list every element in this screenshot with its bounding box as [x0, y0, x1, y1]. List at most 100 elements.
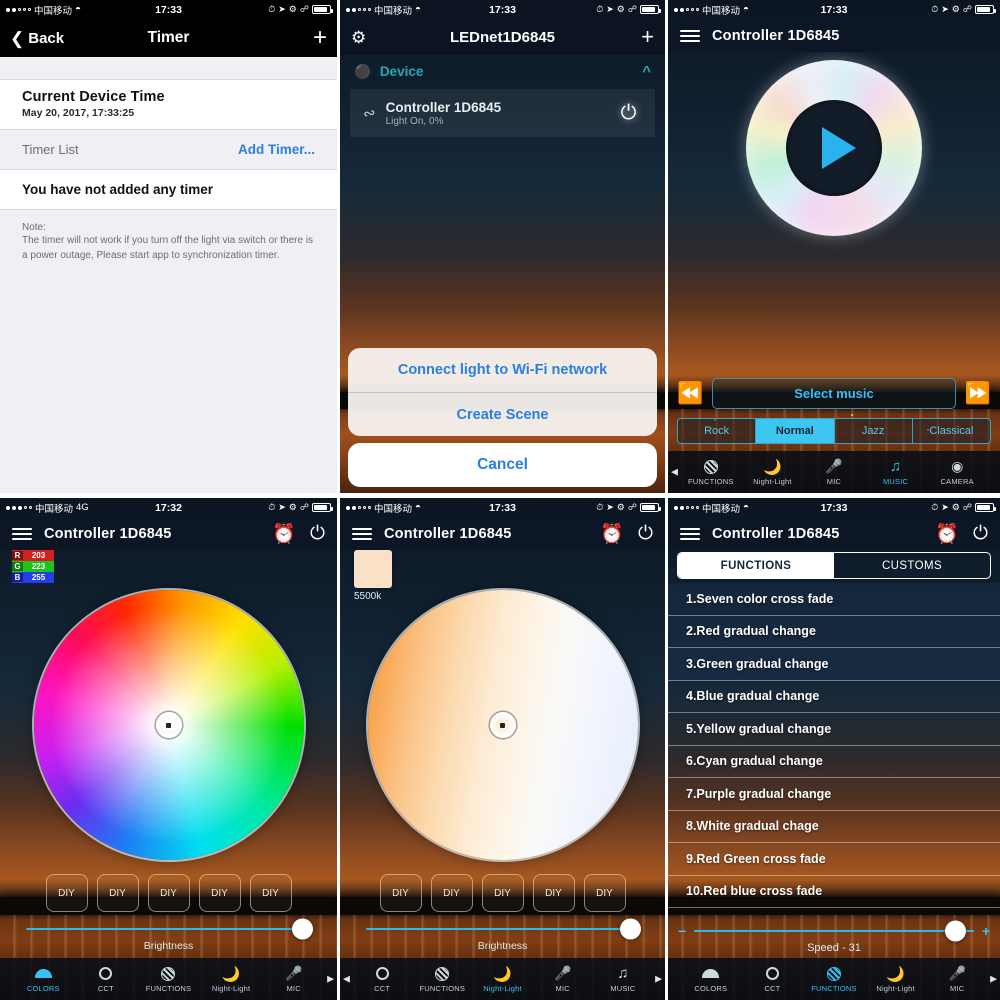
- tab-night-light[interactable]: 🌙 Night-Light: [865, 965, 927, 994]
- add-timer-link[interactable]: Add Timer...: [238, 142, 315, 157]
- speed-slider[interactable]: [694, 920, 974, 942]
- diy-button-2[interactable]: DIY: [96, 874, 139, 912]
- tab-mic[interactable]: 🎤 MIC: [926, 965, 988, 993]
- play-icon[interactable]: [822, 127, 856, 169]
- cancel-button[interactable]: Cancel: [348, 443, 657, 487]
- add-timer-plus-icon[interactable]: +: [313, 26, 327, 50]
- diy-button-4[interactable]: DIY: [532, 874, 575, 912]
- diy-button-5[interactable]: DIY: [583, 874, 626, 912]
- tab-label: CAMERA: [940, 477, 974, 486]
- tab-label: MIC: [949, 984, 965, 993]
- mode-classical[interactable]: Classical: [913, 419, 990, 443]
- list-item[interactable]: 4.Blue gradual change: [668, 681, 1000, 713]
- tab-night-light[interactable]: 🌙 Night-Light: [742, 458, 804, 487]
- list-item[interactable]: 9.Red Green cross fade: [668, 843, 1000, 876]
- rewind-icon[interactable]: ⏪: [677, 383, 703, 404]
- tab-functions[interactable]: FUNCTIONS: [137, 965, 200, 993]
- tab-functions[interactable]: FUNCTIONS: [680, 458, 742, 486]
- tab-mic[interactable]: 🎤 MIC: [533, 965, 593, 993]
- power-icon[interactable]: ⏻: [615, 100, 642, 127]
- hamburger-menu-icon[interactable]: [680, 29, 700, 42]
- power-icon[interactable]: ⏻: [638, 523, 653, 545]
- device-section-label: Device: [379, 64, 424, 79]
- list-item[interactable]: 8.White gradual chage: [668, 811, 1000, 843]
- tab-cct[interactable]: CCT: [75, 965, 138, 993]
- alarm-clock-icon[interactable]: ⏰: [272, 522, 296, 546]
- tab-cct[interactable]: CCT: [742, 965, 804, 993]
- tab-functions[interactable]: FUNCTIONS: [803, 965, 865, 993]
- brightness-slider[interactable]: [26, 918, 313, 940]
- segment-customs[interactable]: CUSTOMS: [834, 553, 990, 578]
- tab-colors[interactable]: COLORS: [12, 965, 75, 993]
- tab-scroll-left-icon[interactable]: ◀: [343, 974, 350, 985]
- tab-night-light[interactable]: 🌙 Night-Light: [472, 965, 532, 994]
- power-icon[interactable]: ⏻: [310, 523, 325, 545]
- cct-wheel[interactable]: [367, 590, 638, 860]
- tab-cct[interactable]: CCT: [352, 965, 412, 993]
- select-music-button[interactable]: Select music: [712, 378, 956, 409]
- cct-color-swatch: [354, 550, 392, 588]
- music-disc[interactable]: [746, 60, 922, 236]
- tab-mic[interactable]: 🎤 MIC: [803, 458, 865, 486]
- list-item[interactable]: 10.Red blue cross fade: [668, 876, 1000, 908]
- fast-forward-icon[interactable]: ⏩: [965, 383, 991, 404]
- cct-wheel-area: [340, 590, 665, 860]
- alarm-clock-icon[interactable]: ⏰: [600, 522, 624, 546]
- list-item[interactable]: 3.Green gradual change: [668, 648, 1000, 681]
- color-wheel[interactable]: [33, 590, 304, 860]
- list-item[interactable]: 6.Cyan gradual change: [668, 746, 1000, 778]
- cct-wheel-cursor[interactable]: [489, 712, 516, 738]
- diy-button-2[interactable]: DIY: [430, 874, 473, 912]
- brightness-knob[interactable]: [620, 918, 641, 940]
- list-item[interactable]: 1.Seven color cross fade: [668, 583, 1000, 616]
- device-row[interactable]: ∾ Controller 1D6845 Light On, 0% ⏻: [350, 89, 655, 137]
- status-time: 17:32: [155, 501, 182, 514]
- tab-night-light[interactable]: 🌙 Night-Light: [200, 965, 263, 994]
- list-item[interactable]: 7.Purple gradual change: [668, 778, 1000, 811]
- list-item[interactable]: 5.Yellow gradual change: [668, 713, 1000, 746]
- tab-scroll-right-icon[interactable]: ▶: [327, 974, 334, 985]
- tab-music[interactable]: ♫ MUSIC: [865, 458, 927, 486]
- speed-increase-button[interactable]: +: [982, 923, 990, 939]
- header-actions: ⏰ ⏻: [600, 522, 653, 546]
- device-section-header[interactable]: ⚫ Device ^: [340, 55, 665, 87]
- functions-list[interactable]: 1.Seven color cross fade 2.Red gradual c…: [668, 583, 1000, 910]
- color-wheel-cursor[interactable]: [155, 712, 182, 738]
- list-item[interactable]: 2.Red gradual change: [668, 615, 1000, 648]
- alarm-clock-icon[interactable]: ⏰: [935, 522, 959, 546]
- diy-button-1[interactable]: DIY: [379, 874, 422, 912]
- top-spacer: [0, 57, 337, 79]
- speed-knob[interactable]: [944, 920, 966, 942]
- speed-slider-row: − +: [678, 920, 990, 942]
- hamburger-menu-icon[interactable]: [680, 527, 700, 540]
- rgb-blue-row: B 255: [12, 572, 54, 583]
- brightness-knob[interactable]: [292, 918, 313, 940]
- diy-button-5[interactable]: DIY: [249, 874, 292, 912]
- tab-scroll-right-icon[interactable]: ▶: [990, 974, 997, 985]
- back-button[interactable]: ❮ Back: [10, 30, 64, 47]
- tab-functions[interactable]: FUNCTIONS: [412, 965, 472, 993]
- mode-normal[interactable]: Normal: [756, 419, 835, 443]
- brightness-slider[interactable]: [366, 918, 641, 940]
- tab-mic[interactable]: 🎤 MIC: [262, 965, 325, 993]
- connect-wifi-button[interactable]: Connect light to Wi-Fi network: [348, 348, 657, 392]
- mode-rock[interactable]: Rock: [678, 419, 757, 443]
- chevron-up-icon[interactable]: ^: [642, 63, 651, 80]
- back-button-label: Back: [28, 29, 65, 47]
- speed-decrease-button[interactable]: −: [678, 923, 686, 939]
- hamburger-menu-icon[interactable]: [12, 527, 32, 540]
- diy-button-3[interactable]: DIY: [481, 874, 524, 912]
- tab-music[interactable]: ♫ MUSIC: [593, 965, 653, 993]
- tab-colors[interactable]: COLORS: [680, 965, 742, 993]
- tab-scroll-right-icon[interactable]: ▶: [655, 974, 662, 985]
- diy-button-3[interactable]: DIY: [147, 874, 190, 912]
- create-scene-button[interactable]: Create Scene: [348, 392, 657, 436]
- diy-button-1[interactable]: DIY: [45, 874, 88, 912]
- tab-scroll-left-icon[interactable]: ◀: [671, 467, 678, 478]
- diy-button-4[interactable]: DIY: [198, 874, 241, 912]
- mode-jazz[interactable]: Jazz: [835, 419, 913, 443]
- power-icon[interactable]: ⏻: [973, 523, 988, 545]
- segment-functions[interactable]: FUNCTIONS: [678, 553, 834, 578]
- tab-camera[interactable]: ◉ CAMERA: [926, 458, 988, 486]
- hamburger-menu-icon[interactable]: [352, 527, 372, 540]
